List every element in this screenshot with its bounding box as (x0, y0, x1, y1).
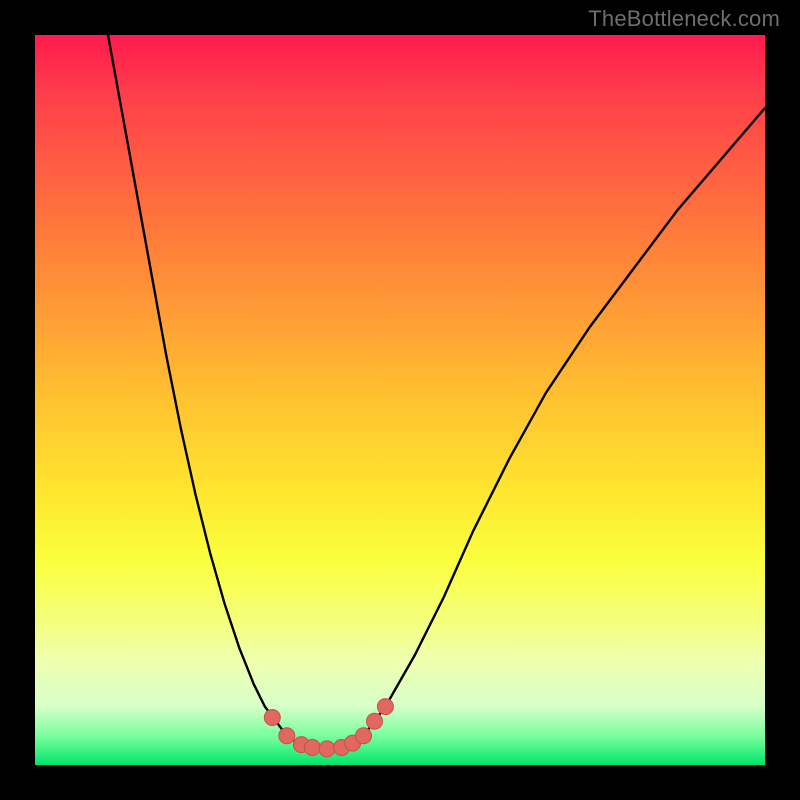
bottleneck-curve (108, 35, 765, 750)
valley-marker-dot (264, 710, 280, 726)
watermark-text: TheBottleneck.com (588, 6, 780, 32)
valley-marker-dot (304, 740, 320, 756)
valley-marker-dot (367, 713, 383, 729)
chart-overlay (35, 35, 765, 765)
valley-marker-dot (319, 741, 335, 757)
valley-markers (264, 699, 393, 757)
valley-marker-dot (279, 728, 295, 744)
valley-marker-dot (377, 699, 393, 715)
chart-stage: TheBottleneck.com (0, 0, 800, 800)
valley-marker-dot (356, 728, 372, 744)
